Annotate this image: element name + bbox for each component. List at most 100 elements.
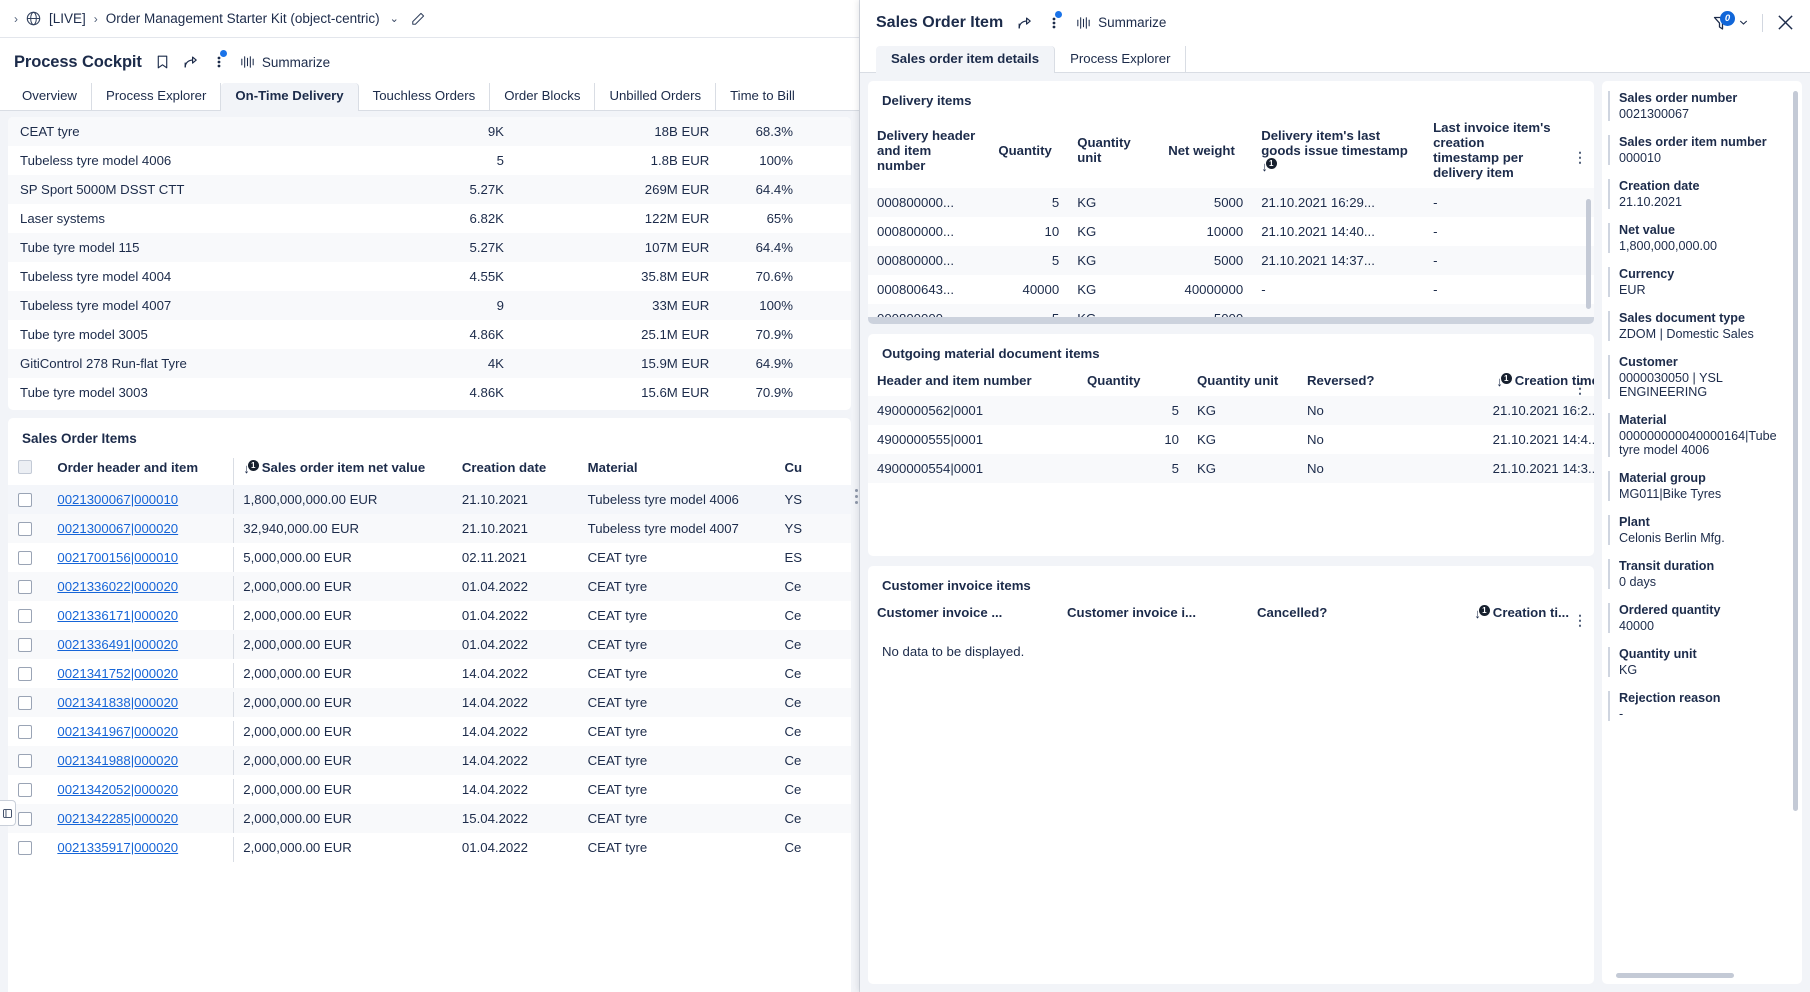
share-icon[interactable]	[183, 54, 199, 70]
order-id-link[interactable]: 0021341838|000020	[57, 695, 178, 710]
table-row[interactable]: Laser systems 6.82K 122M EUR 65%	[8, 204, 851, 233]
table-row[interactable]: 0021336171|000020 2,000,000.00 EUR 01.04.2…	[8, 601, 851, 630]
pane-resize-handle[interactable]	[852, 483, 859, 509]
order-id-link[interactable]: 0021342285|000020	[57, 811, 178, 826]
order-id-cell[interactable]: 0021342052|000020	[47, 775, 233, 804]
table-row[interactable]: 4900000554|0001 5 KG No 21.10.2021 14:3...	[868, 454, 1594, 483]
sort-indicator[interactable]: ↓ 1	[1261, 157, 1280, 173]
order-id-cell[interactable]: 0021336491|000020	[47, 630, 233, 659]
tab-touchless-orders[interactable]: Touchless Orders	[359, 83, 491, 110]
col-outgoing-header-item[interactable]: Header and item number	[868, 367, 1078, 396]
order-id-link[interactable]: 0021341752|000020	[57, 666, 178, 681]
order-id-cell[interactable]: 0021341988|000020	[47, 746, 233, 775]
row-checkbox-cell[interactable]	[8, 485, 48, 514]
table-row[interactable]: 0021341838|000020 2,000,000.00 EUR 14.04.2…	[8, 688, 851, 717]
summarize-button[interactable]: Summarize	[239, 54, 330, 70]
breadcrumb-project-name[interactable]: Order Management Starter Kit (object-cen…	[106, 11, 380, 26]
more-options-icon[interactable]	[1047, 10, 1063, 32]
order-id-cell[interactable]: 0021300067|000010	[47, 485, 234, 514]
tab-time-to-bill[interactable]: Time to Bill	[716, 83, 809, 110]
filter-button[interactable]: 0	[1713, 10, 1748, 31]
order-id-link[interactable]: 0021336491|000020	[57, 637, 178, 652]
delivery-items-vertical-scrollbar[interactable]	[1586, 199, 1591, 309]
bookmark-icon[interactable]	[155, 54, 170, 70]
table-row[interactable]: 000800000... 5 KG 5000 21.10.2021 16:29... -	[868, 188, 1594, 217]
order-id-link[interactable]: 0021336022|000020	[57, 579, 178, 594]
kebab-menu-icon[interactable]: ⋮	[1573, 381, 1587, 395]
row-checkbox[interactable]	[18, 782, 32, 797]
row-checkbox-cell[interactable]	[8, 688, 47, 717]
col-delivery-last-invoice[interactable]: Last invoice item's creation timestamp p…	[1424, 114, 1562, 188]
row-checkbox-cell[interactable]	[8, 717, 47, 746]
tab-detail-process-explorer[interactable]: Process Explorer	[1055, 46, 1187, 72]
col-creation-date[interactable]: Creation date	[452, 454, 578, 485]
table-row[interactable]: Tubeless tyre model 4007 9 33M EUR 100%	[8, 291, 851, 320]
col-outgoing-quantity[interactable]: Quantity	[1078, 367, 1188, 396]
table-row[interactable]: 0021300067|000020 32,940,000.00 EUR 21.10.…	[8, 514, 851, 543]
order-id-link[interactable]: 0021300067|000010	[57, 492, 178, 507]
row-checkbox-cell[interactable]	[8, 572, 47, 601]
col-net-value[interactable]: ↓ 1 Sales order item net value	[233, 454, 452, 485]
table-row[interactable]: Tube tyre model 3005 4.86K 25.1M EUR 70.9%	[8, 320, 851, 349]
table-row[interactable]: Tubeless tyre model 4004 4.55K 35.8M EUR 70…	[8, 262, 851, 291]
order-id-link[interactable]: 0021341967|000020	[57, 724, 178, 739]
col-outgoing-reversed[interactable]: Reversed?	[1298, 367, 1428, 396]
close-icon[interactable]	[1777, 14, 1794, 31]
table-row[interactable]: SP Sport 5000M DSST CTT 5.27K 269M EUR 64.4…	[8, 175, 851, 204]
table-row[interactable]: Tube tyre model 3003 4.86K 15.6M EUR 70.9%	[8, 378, 851, 407]
table-row[interactable]: Tube tyre model 115 5.27K 107M EUR 64.4%	[8, 233, 851, 262]
table-row[interactable]: 0021342052|000020 2,000,000.00 EUR 14.04.2…	[8, 775, 851, 804]
invoice-items-menu-cell[interactable]: ⋮	[1573, 599, 1594, 628]
col-delivery-quantity-unit[interactable]: Quantity unit	[1068, 114, 1159, 188]
collapse-sidebar-button[interactable]	[0, 800, 16, 826]
share-icon[interactable]	[1017, 15, 1033, 31]
col-invoice-number[interactable]: Customer invoice ...	[868, 599, 1058, 628]
chevron-down-icon[interactable]: ⌄	[390, 12, 399, 25]
sort-indicator[interactable]: ↓ 1	[1474, 605, 1493, 620]
tab-on-time-delivery[interactable]: On-Time Delivery	[221, 83, 359, 111]
order-id-cell[interactable]: 0021336171|000020	[47, 601, 233, 630]
row-checkbox[interactable]	[18, 753, 32, 768]
field-list-horizontal-scrollbar[interactable]	[1616, 973, 1734, 978]
row-checkbox[interactable]	[18, 840, 32, 855]
col-material[interactable]: Material	[578, 454, 775, 485]
row-checkbox-cell[interactable]	[8, 543, 47, 572]
col-outgoing-creation-time[interactable]: ↓ 1 Creation time	[1428, 367, 1594, 396]
table-row[interactable]: Tubeless tyre model 4006 5 1.8B EUR 100%	[8, 146, 851, 175]
order-id-cell[interactable]: 0021300067|000020	[47, 514, 233, 543]
row-checkbox-cell[interactable]	[8, 630, 47, 659]
select-all-cell[interactable]	[8, 454, 47, 485]
row-checkbox[interactable]	[18, 811, 32, 826]
row-checkbox-cell[interactable]	[8, 659, 47, 688]
col-delivery-goods-issue[interactable]: Delivery item's last goods issue timesta…	[1252, 114, 1424, 188]
kebab-menu-icon[interactable]: ⋮	[1573, 150, 1587, 164]
row-checkbox[interactable]	[18, 637, 32, 652]
col-delivery-header-item[interactable]: Delivery header and item number	[868, 114, 989, 188]
order-id-link[interactable]: 0021336171|000020	[57, 608, 178, 623]
table-row[interactable]: 0021700156|000010 5,000,000.00 EUR 02.11.2…	[8, 543, 851, 572]
order-id-link[interactable]: 0021341988|000020	[57, 753, 178, 768]
breadcrumb-expand-icon[interactable]: ›	[14, 12, 18, 26]
order-id-link[interactable]: 0021300067|000020	[57, 521, 178, 536]
row-checkbox-cell[interactable]	[8, 833, 47, 862]
table-row[interactable]: 000800000... 5 KG 5000 21.10.2021 14:37... -	[868, 246, 1594, 275]
order-id-link[interactable]: 0021335917|000020	[57, 840, 178, 855]
order-id-cell[interactable]: 0021341752|000020	[47, 659, 233, 688]
order-id-cell[interactable]: 0021336022|000020	[47, 572, 233, 601]
table-row[interactable]: 000800000... 10 KG 10000 21.10.2021 14:40...…	[868, 217, 1594, 246]
delivery-items-menu-cell[interactable]: ⋮	[1562, 114, 1594, 188]
table-row[interactable]: 4900000555|0001 10 KG No 21.10.2021 14:4...	[868, 425, 1594, 454]
edit-pencil-icon[interactable]	[411, 12, 425, 26]
row-checkbox[interactable]	[18, 579, 32, 594]
col-invoice-cancelled[interactable]: Cancelled?	[1248, 599, 1398, 628]
col-invoice-creation-time[interactable]: ↓ 1 Creation ti...	[1398, 599, 1578, 628]
row-checkbox[interactable]	[18, 521, 32, 536]
row-checkbox[interactable]	[18, 666, 32, 681]
tab-process-explorer[interactable]: Process Explorer	[92, 83, 222, 110]
tab-order-blocks[interactable]: Order Blocks	[490, 83, 596, 110]
table-row[interactable]: 0021341988|000020 2,000,000.00 EUR 14.04.2…	[8, 746, 851, 775]
row-checkbox[interactable]	[18, 492, 32, 507]
order-id-link[interactable]: 0021700156|000010	[57, 550, 178, 565]
table-row[interactable]: 0021335917|000020 2,000,000.00 EUR 01.04.2…	[8, 833, 851, 862]
field-list-vertical-scrollbar[interactable]	[1793, 91, 1798, 811]
